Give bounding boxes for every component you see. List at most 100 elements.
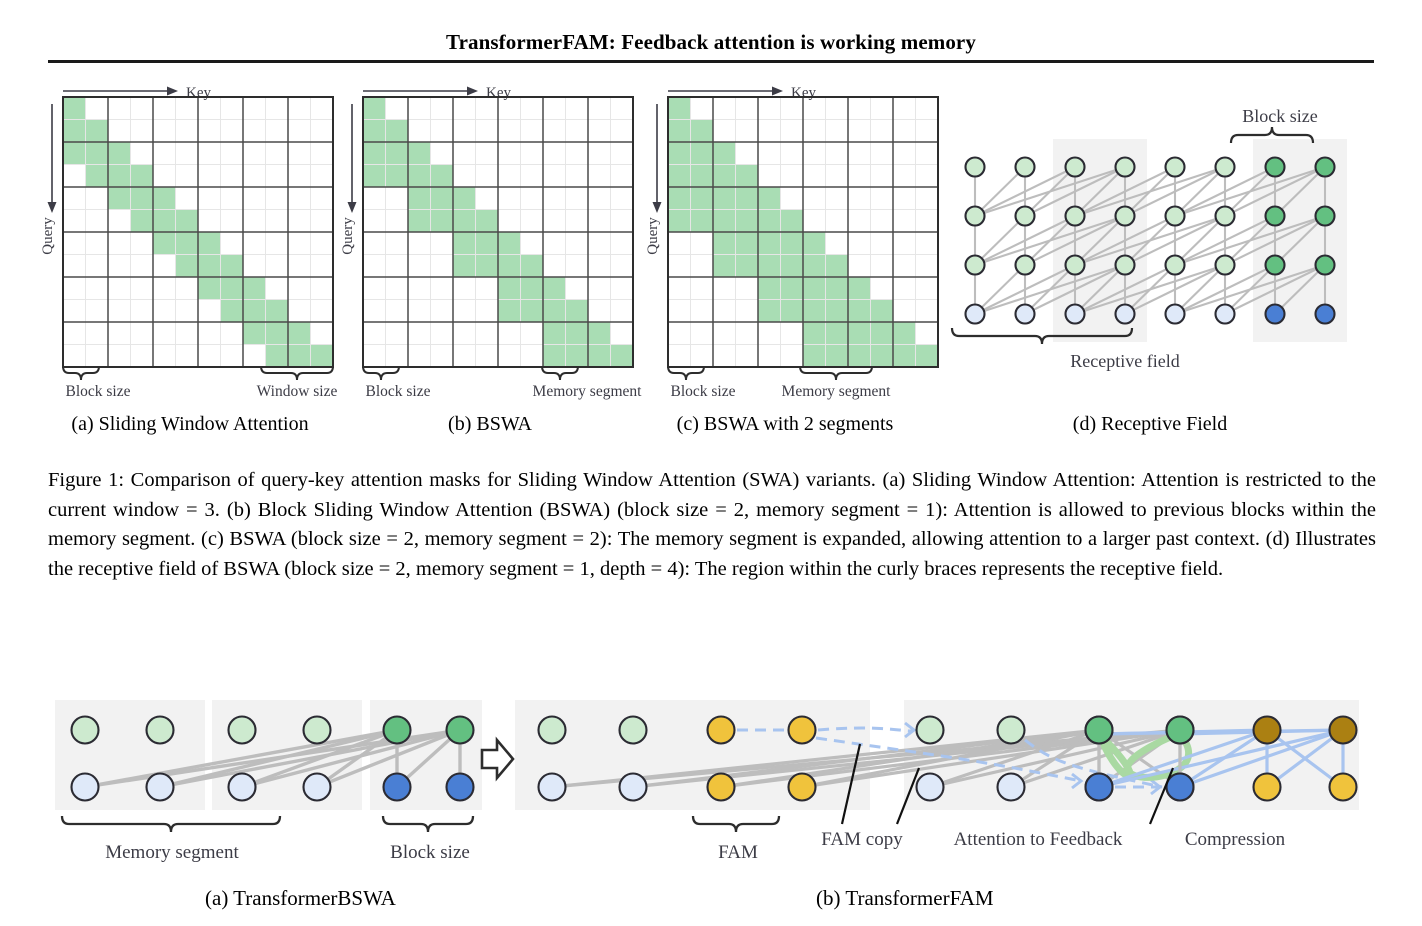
mask-cell <box>198 232 221 255</box>
mask-cell <box>668 119 691 142</box>
mask-cell <box>870 322 893 345</box>
mask-cell <box>85 119 108 142</box>
token-node-input <box>1252 772 1282 802</box>
mask-cell <box>153 209 176 232</box>
token-node <box>1314 303 1336 325</box>
token-node <box>1064 205 1086 227</box>
mask-cell <box>153 187 176 210</box>
mask-cell <box>453 254 476 277</box>
token-node <box>1264 156 1286 178</box>
token-node-output <box>70 715 100 745</box>
label-fam: FAM <box>718 842 758 863</box>
token-node <box>1264 254 1286 276</box>
mask-cell <box>713 232 736 255</box>
mask-cell <box>780 277 803 300</box>
token-node-input <box>145 772 175 802</box>
brace-memory-segment <box>541 365 579 381</box>
mask-cell <box>498 232 521 255</box>
mask-cell <box>288 344 311 367</box>
token-node-output <box>537 715 567 745</box>
mask-cell <box>108 164 131 187</box>
mask-cell <box>243 299 266 322</box>
token-node <box>1264 205 1286 227</box>
label-compression: Compression <box>1185 829 1286 850</box>
mask-cell <box>758 299 781 322</box>
token-node <box>1014 254 1036 276</box>
token-node-output <box>996 715 1026 745</box>
token-node <box>1214 303 1236 325</box>
token-node <box>1064 254 1086 276</box>
mask-cell <box>713 254 736 277</box>
mask-cell <box>265 344 288 367</box>
mask-cell <box>265 322 288 345</box>
mask-cell <box>565 322 588 345</box>
axis-query-arrow <box>652 104 662 213</box>
mask-cell <box>848 344 871 367</box>
axis-query-label: Query <box>645 217 661 255</box>
mask-cell <box>825 254 848 277</box>
token-node-output <box>1252 715 1282 745</box>
token-node <box>1114 156 1136 178</box>
token-node-input <box>302 772 332 802</box>
mask-cell <box>430 209 453 232</box>
mask-cell <box>63 119 86 142</box>
brace-block-size-label: Block size <box>366 383 431 400</box>
axis-query-label: Query <box>340 217 356 255</box>
mask-cell <box>735 164 758 187</box>
label-block-size: Block size <box>390 842 470 863</box>
mask-cell <box>668 97 691 120</box>
panel-transformer-fam: FAM FAM copy Attention to Feedback Compr… <box>505 690 1385 870</box>
mask-cell <box>588 322 611 345</box>
token-node <box>1214 156 1236 178</box>
mask-cell <box>108 187 131 210</box>
mask-cell <box>198 254 221 277</box>
mask-cell <box>220 299 243 322</box>
token-node-input <box>618 772 648 802</box>
attention-mask-grid-bswa <box>362 96 634 368</box>
page-title: TransformerFAM: Feedback attention is wo… <box>446 30 976 54</box>
mask-cell <box>265 299 288 322</box>
mask-cell <box>825 344 848 367</box>
mask-cell <box>735 209 758 232</box>
mask-cell <box>690 187 713 210</box>
mask-cell <box>408 209 431 232</box>
token-node-output <box>1165 715 1195 745</box>
token-node-input <box>996 772 1026 802</box>
brace-block-size <box>667 365 705 381</box>
token-node <box>1164 205 1186 227</box>
mask-cell <box>690 209 713 232</box>
brace-memory-segment <box>60 815 282 833</box>
mask-cell <box>543 322 566 345</box>
brace-block-size <box>62 365 100 381</box>
token-node <box>964 156 986 178</box>
token-node-output <box>227 715 257 745</box>
mask-cell <box>758 254 781 277</box>
mask-cell <box>893 322 916 345</box>
mask-cell <box>63 97 86 120</box>
panel-caption-transformer-bswa: (a) TransformerBSWA <box>205 886 396 910</box>
token-node <box>1314 254 1336 276</box>
token-node <box>1314 205 1336 227</box>
mask-cell <box>520 299 543 322</box>
panel-caption-transformer-fam: (b) TransformerFAM <box>816 886 994 910</box>
mask-cell <box>825 299 848 322</box>
mask-cell <box>175 209 198 232</box>
token-node <box>1064 303 1086 325</box>
token-node-output <box>302 715 332 745</box>
axis-key-arrow <box>363 86 478 96</box>
brace-window-size-label: Window size <box>257 383 338 400</box>
token-node <box>1014 205 1036 227</box>
mask-cell <box>915 344 938 367</box>
brace-memory-segment-label: Memory segment <box>533 383 643 400</box>
token-node-output <box>145 715 175 745</box>
panel-caption-swa: (a) Sliding Window Attention <box>71 413 309 435</box>
mask-cell <box>408 187 431 210</box>
token-node-input <box>915 772 945 802</box>
token-node <box>1114 303 1136 325</box>
mask-cell <box>543 277 566 300</box>
axis-key-arrow <box>63 86 178 96</box>
mask-cell <box>735 187 758 210</box>
token-node <box>1314 156 1336 178</box>
token-node-input <box>445 772 475 802</box>
panel-caption-bswa: (b) BSWA <box>448 413 532 435</box>
